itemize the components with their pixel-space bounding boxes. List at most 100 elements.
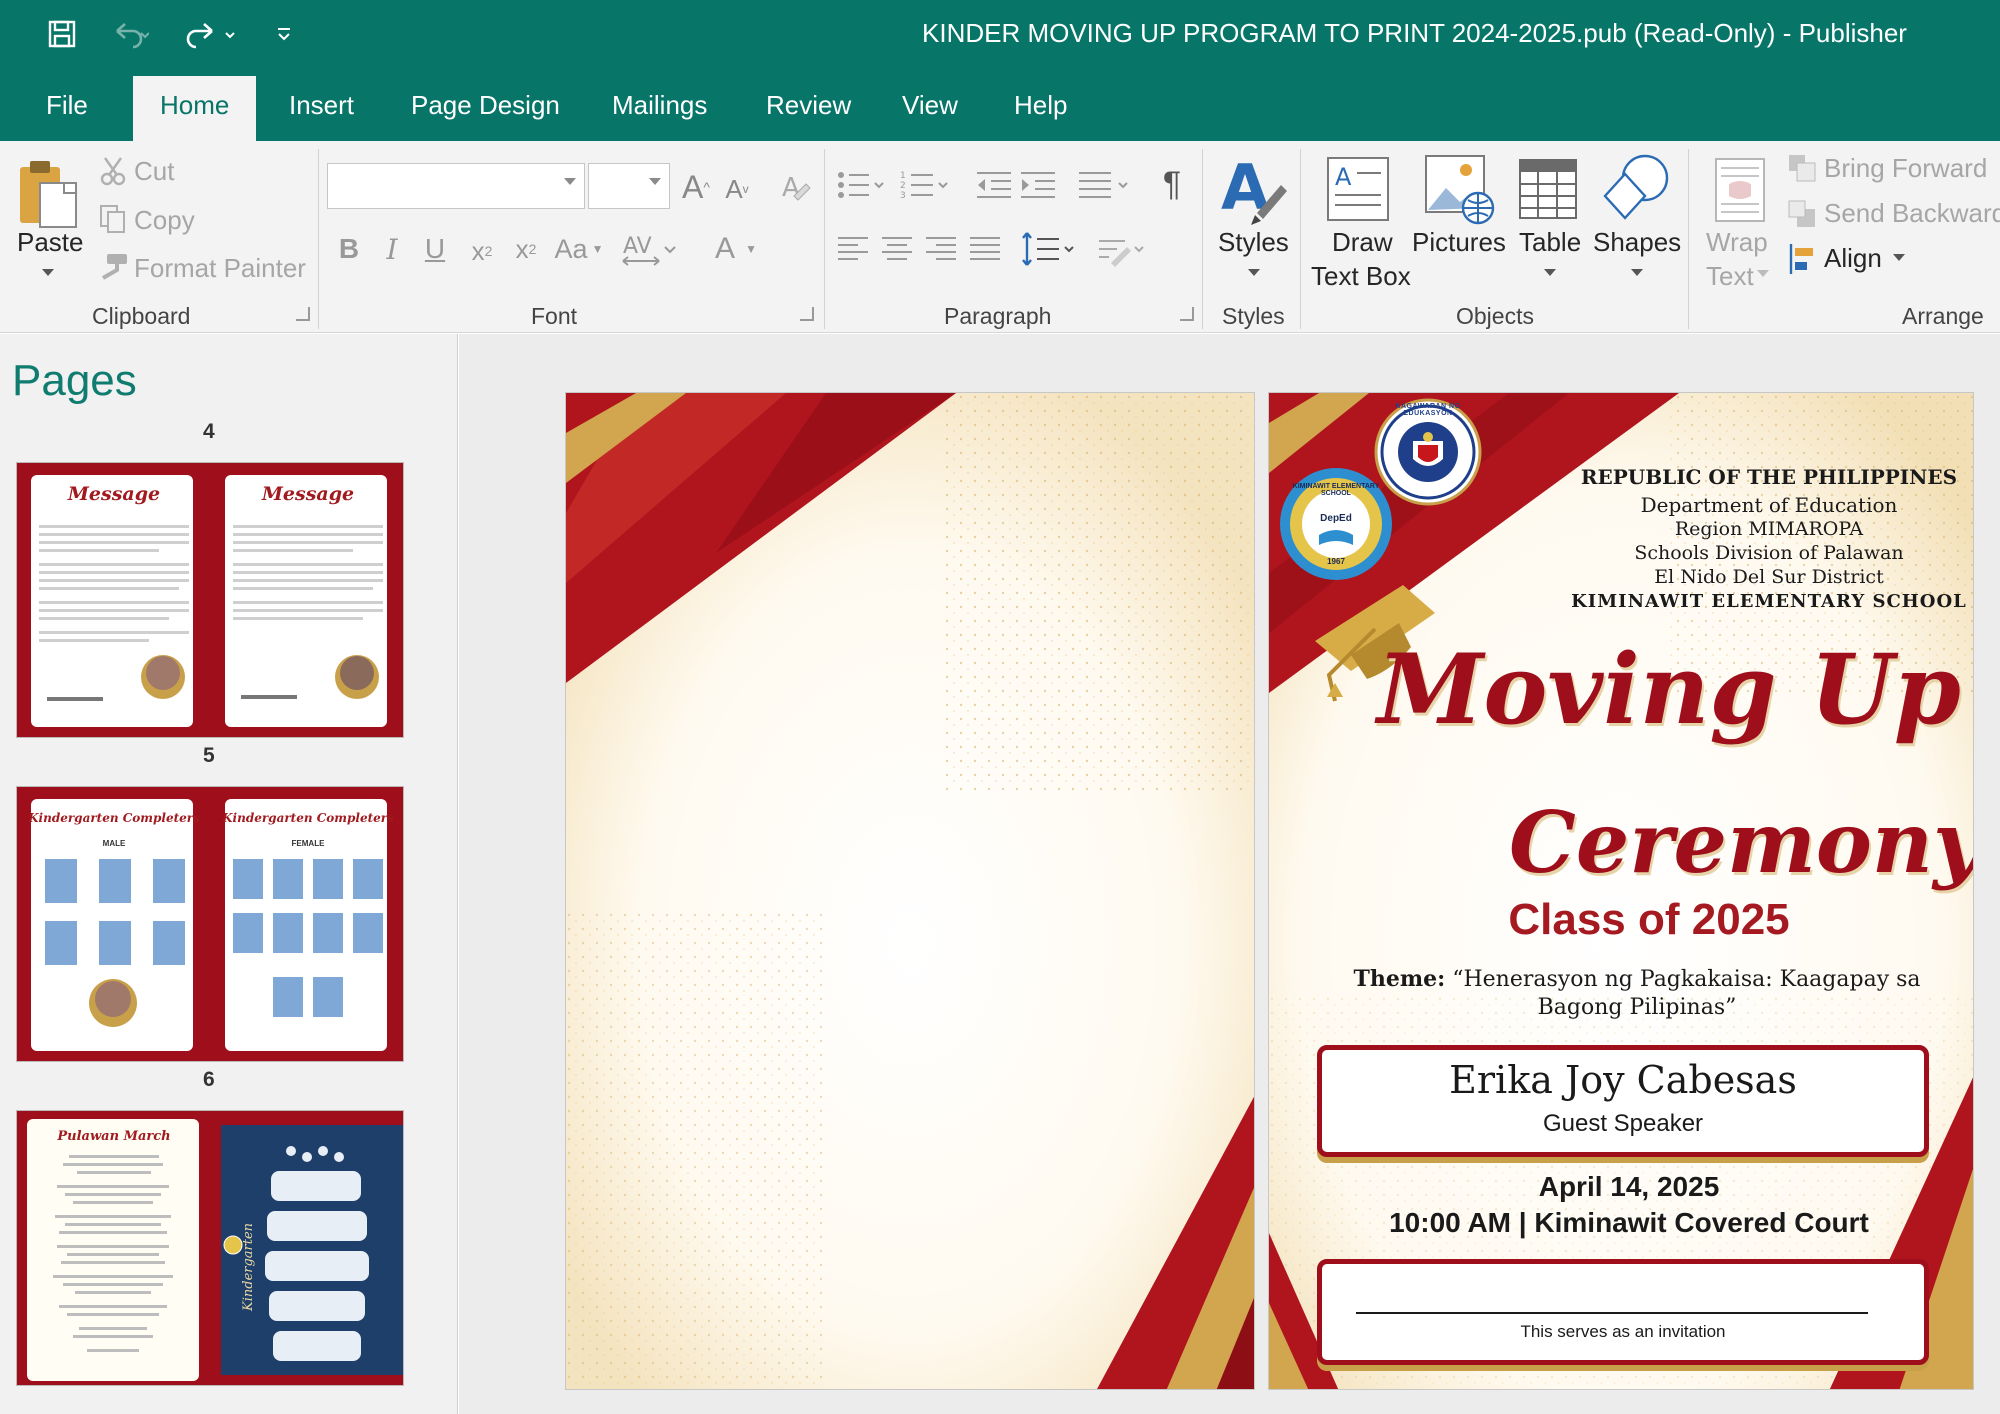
grow-font-icon[interactable]: A ^ xyxy=(678,167,714,207)
bring-forward-icon[interactable] xyxy=(1786,151,1818,185)
underline-icon[interactable]: U xyxy=(420,229,450,269)
table-dropdown-icon[interactable] xyxy=(1542,265,1558,281)
theme-label: Theme: xyxy=(1353,966,1446,992)
pictures-icon[interactable] xyxy=(1424,151,1496,227)
numbering-icon[interactable]: 123 xyxy=(898,165,954,205)
redo-icon[interactable] xyxy=(182,14,242,54)
paste-button[interactable]: Paste xyxy=(17,227,84,258)
font-name-combo[interactable] xyxy=(327,163,585,209)
shapes-icon[interactable] xyxy=(1600,151,1674,227)
font-color-icon[interactable]: A ▼ xyxy=(706,227,766,271)
decrease-indent-icon[interactable] xyxy=(974,165,1014,205)
shrink-font-icon[interactable]: Av xyxy=(720,171,754,207)
font-group-label: Font xyxy=(531,303,578,329)
paste-icon[interactable] xyxy=(14,157,84,231)
cut-icon[interactable] xyxy=(98,155,128,187)
align-button[interactable]: Align xyxy=(1824,243,1882,274)
font-launcher-icon[interactable] xyxy=(800,307,814,321)
clipboard-launcher-icon[interactable] xyxy=(296,307,310,321)
columns-icon[interactable] xyxy=(1076,165,1134,205)
font-size-combo[interactable] xyxy=(588,163,670,209)
align-right-icon[interactable] xyxy=(922,229,960,269)
pages-pane-title: Pages xyxy=(12,356,137,405)
clear-formatting-icon[interactable]: A xyxy=(778,167,816,207)
subscript-icon[interactable]: x2 xyxy=(464,231,500,271)
thumb-5-left-sub: MALE xyxy=(102,839,126,848)
copy-icon[interactable] xyxy=(98,203,128,235)
superscript-icon[interactable]: x2 xyxy=(508,229,544,269)
tab-view[interactable]: View xyxy=(902,90,958,121)
title-ceremony: Ceremony xyxy=(1509,793,1974,892)
format-painter-button[interactable]: Format Painter xyxy=(134,253,306,284)
page-thumbnail-4[interactable]: Message Message xyxy=(16,462,404,738)
draw-text-box-button[interactable]: Draw xyxy=(1332,227,1393,258)
styles-dropdown-icon[interactable] xyxy=(1246,265,1262,281)
styles-icon[interactable]: A xyxy=(1216,149,1290,229)
page-thumbnail-5[interactable]: Kindergarten Completers MALE Kindergarte… xyxy=(16,786,404,1062)
thumb-5-right-title: Kindergarten Completers xyxy=(222,811,394,825)
speaker-name: Erika Joy Cabesas xyxy=(1449,1058,1797,1102)
character-spacing-icon[interactable]: AV xyxy=(618,227,680,271)
page-number-label: 5 xyxy=(203,744,215,767)
bullets-icon[interactable] xyxy=(834,165,890,205)
spread-right-page[interactable]: KAGAWARAN NG EDUKASYON KIMINAWIT ELEMENT… xyxy=(1268,392,1974,1390)
tab-file[interactable]: File xyxy=(46,90,88,121)
tab-review[interactable]: Review xyxy=(766,90,851,121)
speaker-box: Erika Joy Cabesas Guest Speaker xyxy=(1317,1045,1929,1157)
shapes-button[interactable]: Shapes xyxy=(1593,227,1681,258)
bring-forward-button[interactable]: Bring Forward xyxy=(1824,153,1987,184)
tab-mailings[interactable]: Mailings xyxy=(612,90,707,121)
align-left-icon[interactable] xyxy=(834,229,872,269)
pictures-button[interactable]: Pictures xyxy=(1412,227,1506,258)
align-objects-icon[interactable] xyxy=(1786,241,1820,277)
paragraph-launcher-icon[interactable] xyxy=(1180,307,1194,321)
pages-pane: Pages 4 Message Message 5 Kindergarten C… xyxy=(0,334,458,1414)
show-paragraph-marks-icon[interactable]: ¶ xyxy=(1152,161,1192,207)
school-seal-logo: KIMINAWIT ELEMENTARY SCHOOL DepEd 1967 xyxy=(1277,465,1395,583)
clipboard-group-label: Clipboard xyxy=(92,303,191,329)
ribbon-tabs: File Home Insert Page Design Mailings Re… xyxy=(0,70,2000,141)
theme-block: Theme: “Henerasyon ng Pagkakaisa: Kaagap… xyxy=(1317,965,1957,1022)
page-thumbnail-6[interactable]: Pulawan March Kindergarten xyxy=(16,1110,404,1386)
speaker-role: Guest Speaker xyxy=(1542,1110,1704,1137)
align-center-icon[interactable] xyxy=(878,229,916,269)
invitation-box: This serves as an invitation xyxy=(1317,1259,1929,1365)
spread-left-page[interactable] xyxy=(565,392,1255,1390)
wrap-text-dropdown-icon[interactable] xyxy=(1756,267,1770,281)
tab-insert[interactable]: Insert xyxy=(289,90,354,121)
event-time-place: 10:00 AM | Kiminawit Covered Court xyxy=(1389,1207,1869,1238)
format-painter-icon[interactable] xyxy=(96,251,130,283)
tab-help[interactable]: Help xyxy=(1014,90,1067,121)
save-icon[interactable] xyxy=(42,14,82,54)
paste-dropdown-icon[interactable] xyxy=(40,265,56,281)
align-dropdown-icon[interactable] xyxy=(1892,251,1906,265)
line-spacing-icon[interactable] xyxy=(1020,227,1082,271)
undo-icon[interactable] xyxy=(104,14,154,54)
tab-home[interactable]: Home xyxy=(133,76,257,141)
header-district: El Nido Del Sur District xyxy=(1654,566,1884,588)
send-backward-icon[interactable] xyxy=(1786,197,1818,231)
wrap-text-icon[interactable] xyxy=(1712,155,1768,227)
page-number-label: 4 xyxy=(203,420,215,443)
cut-button[interactable]: Cut xyxy=(134,156,174,187)
copy-button[interactable]: Copy xyxy=(134,205,195,236)
draw-text-box-icon[interactable]: A xyxy=(1324,153,1392,225)
shapes-dropdown-icon[interactable] xyxy=(1629,265,1645,281)
styles-button[interactable]: Styles xyxy=(1218,227,1289,258)
bold-icon[interactable]: B xyxy=(334,229,364,269)
class-of-text: Class of 2025 xyxy=(1508,895,1790,944)
deped-seal-text: KAGAWARAN NG EDUKASYON xyxy=(1395,403,1461,417)
svg-text:AV: AV xyxy=(623,234,652,259)
table-icon[interactable] xyxy=(1516,153,1580,225)
change-case-button[interactable]: Aa ▼ xyxy=(550,229,608,269)
italic-icon[interactable]: I xyxy=(378,229,406,269)
increase-indent-icon[interactable] xyxy=(1018,165,1058,205)
customize-qat-icon[interactable] xyxy=(272,14,296,54)
send-backward-button[interactable]: Send Backward xyxy=(1824,198,2000,229)
table-button[interactable]: Table xyxy=(1519,227,1581,258)
header-division: Schools Division of Palawan xyxy=(1634,542,1904,564)
paragraph-spacing-icon[interactable] xyxy=(1094,227,1150,271)
tab-page-design[interactable]: Page Design xyxy=(411,90,560,121)
wrap-text-button[interactable]: Wrap xyxy=(1706,227,1768,258)
justify-icon[interactable] xyxy=(966,229,1004,269)
